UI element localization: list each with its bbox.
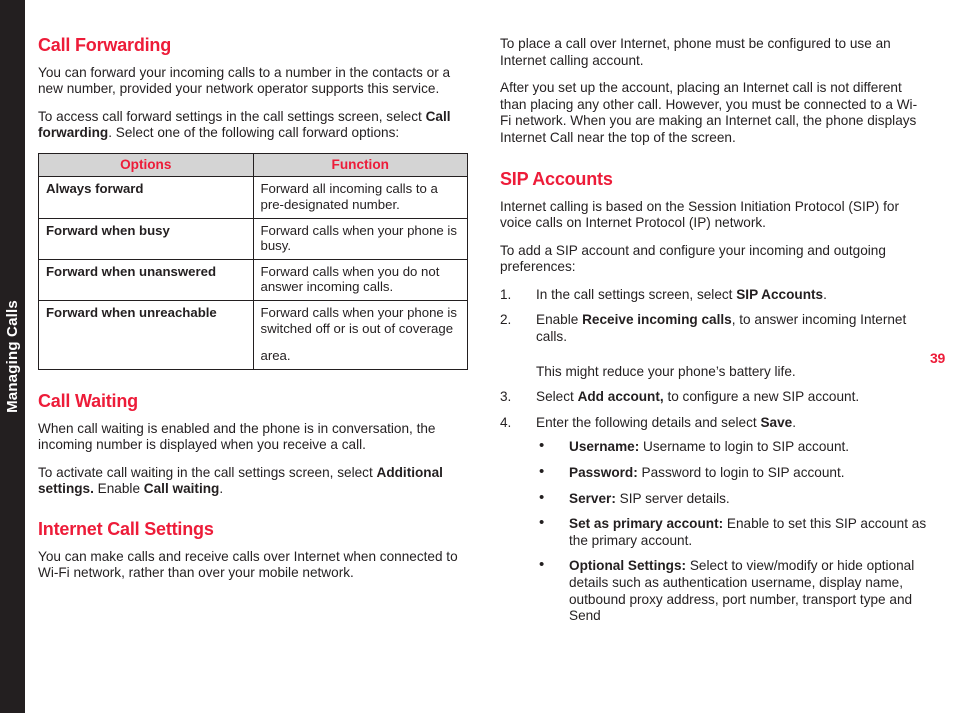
list-item: 2. Enable Receive incoming calls, to answ…: [500, 312, 928, 380]
table-row: Forward when busy Forward calls when you…: [38, 217, 468, 260]
bullet-icon: •: [539, 556, 545, 574]
table-header-function: Function: [252, 152, 468, 178]
manual-page: Managing Calls Call Forwarding You can f…: [0, 0, 969, 713]
text-segment: Select: [536, 389, 578, 405]
heading-internet-call-settings: Internet Call Settings: [38, 518, 214, 539]
table-cell-option: Forward when unreachable: [38, 300, 254, 370]
table-cell-function: Forward calls when your phone is switche…: [252, 300, 468, 370]
table-cell-function: Forward calls when your phone is busy.: [252, 217, 468, 260]
bullet-text: Username to login to SIP account.: [639, 439, 850, 455]
sip-setup-steps: 1. In the call settings screen, select SI…: [500, 287, 928, 625]
text-segment: In the call settings screen, select: [536, 286, 737, 302]
step-number: 1.: [500, 286, 512, 302]
list-item: • Server: SIP server details.: [536, 488, 928, 508]
text-segment: To activate call waiting in the call set…: [38, 464, 377, 480]
bold-receive-incoming-calls: Receive incoming calls: [582, 312, 732, 328]
table-row: Always forward Forward all incoming call…: [38, 176, 468, 219]
text-segment: .: [823, 286, 827, 302]
text-segment: Enter the following details and select: [536, 414, 761, 430]
table-cell-option: Forward when busy: [38, 217, 254, 260]
bullet-icon: •: [539, 463, 545, 481]
bullet-text: Password to login to SIP account.: [637, 465, 845, 481]
paragraph-sip-definition: Internet calling is based on the Session…: [500, 198, 899, 231]
text-segment: .: [792, 414, 796, 430]
table-row: Forward when unreachable Forward calls w…: [38, 300, 468, 370]
left-column: Call Forwarding You can forward your inc…: [38, 36, 470, 582]
text-segment: Enable: [93, 481, 144, 497]
paragraph-call-forwarding-intro: You can forward your incoming calls to a…: [38, 64, 451, 97]
table-row: Forward when unanswered Forward calls wh…: [38, 258, 468, 302]
bullet-label: Username:: [569, 439, 640, 455]
list-item: • Username: Username to login to SIP acco…: [536, 437, 928, 456]
heading-call-waiting: Call Waiting: [38, 390, 138, 411]
paragraph-internet-account-required: To place a call over Internet, phone mus…: [500, 36, 891, 68]
text-segment: . Select one of the following call forwa…: [108, 125, 400, 141]
paragraph-call-waiting-intro: When call waiting is enabled and the pho…: [38, 420, 436, 453]
right-column: To place a call over Internet, phone mus…: [500, 36, 928, 634]
bullet-label: Set as primary account:: [569, 516, 724, 532]
step-note: This might reduce your phone’s battery l…: [536, 363, 796, 379]
page-number: 39: [930, 350, 945, 366]
text-segment: .: [219, 481, 224, 497]
bullet-icon: •: [539, 437, 545, 455]
heading-sip-accounts: SIP Accounts: [500, 169, 613, 189]
paragraph-sip-add-intro: To add a SIP account and configure your …: [500, 242, 886, 275]
chapter-tab-label: Managing Calls: [4, 300, 21, 413]
paragraph-call-forwarding-access: To access call forward settings in the c…: [38, 109, 470, 142]
step-number: 2.: [500, 312, 512, 328]
bullet-label: Server:: [569, 490, 616, 506]
table-cell-option: Always forward: [38, 176, 254, 219]
list-item: 4. Enter the following details and select…: [500, 415, 928, 625]
paragraph-internet-call-behavior: After you set up the account, placing an…: [500, 80, 918, 145]
bold-save: Save: [760, 414, 793, 430]
list-item: • Password: Password to login to SIP acco…: [536, 463, 928, 482]
paragraph-internet-call-settings: You can make calls and receive calls ove…: [38, 548, 458, 581]
step-number: 4.: [500, 414, 512, 430]
bold-call-waiting: Call waiting: [143, 481, 220, 497]
bullet-text: SIP server details.: [615, 490, 730, 506]
text-segment: To access call forward settings in the c…: [38, 108, 426, 124]
bullet-label: Optional Settings:: [569, 558, 687, 574]
text-segment: to configure a new SIP account.: [663, 389, 860, 405]
step-number: 3.: [500, 389, 512, 405]
list-item: 3. Select Add account, to configure a new…: [500, 389, 928, 406]
paragraph-call-waiting-activate: To activate call waiting in the call set…: [38, 465, 470, 498]
bullet-icon: •: [539, 488, 545, 506]
list-item: • Optional Settings: Select to view/modif…: [536, 556, 928, 624]
bold-add-account: Add account,: [577, 389, 664, 405]
chapter-tab: Managing Calls: [0, 0, 25, 713]
table-cell-function-text: Forward calls when your phone is switche…: [260, 305, 457, 336]
table-header-row: Options Function: [38, 152, 468, 178]
table-cell-function: Forward all incoming calls to a pre-desi…: [252, 176, 468, 219]
call-forward-options-table: Options Function Always forward Forward …: [38, 152, 468, 370]
table-header-options: Options: [38, 152, 254, 178]
table-cell-function: Forward calls when you do not answer inc…: [252, 258, 468, 302]
list-item: • Set as primary account: Enable to set t…: [536, 514, 928, 549]
table-cell-function-extra: area.: [260, 348, 291, 364]
list-item: 1. In the call settings screen, select SI…: [500, 287, 928, 304]
bullet-label: Password:: [569, 465, 638, 481]
heading-call-forwarding: Call Forwarding: [38, 35, 172, 55]
bold-sip-accounts-menu: SIP Accounts: [736, 286, 824, 302]
table-cell-option: Forward when unanswered: [38, 258, 254, 302]
text-segment: Enable: [536, 312, 583, 328]
sip-detail-bullets: • Username: Username to login to SIP acco…: [536, 437, 928, 624]
bullet-icon: •: [539, 514, 545, 532]
